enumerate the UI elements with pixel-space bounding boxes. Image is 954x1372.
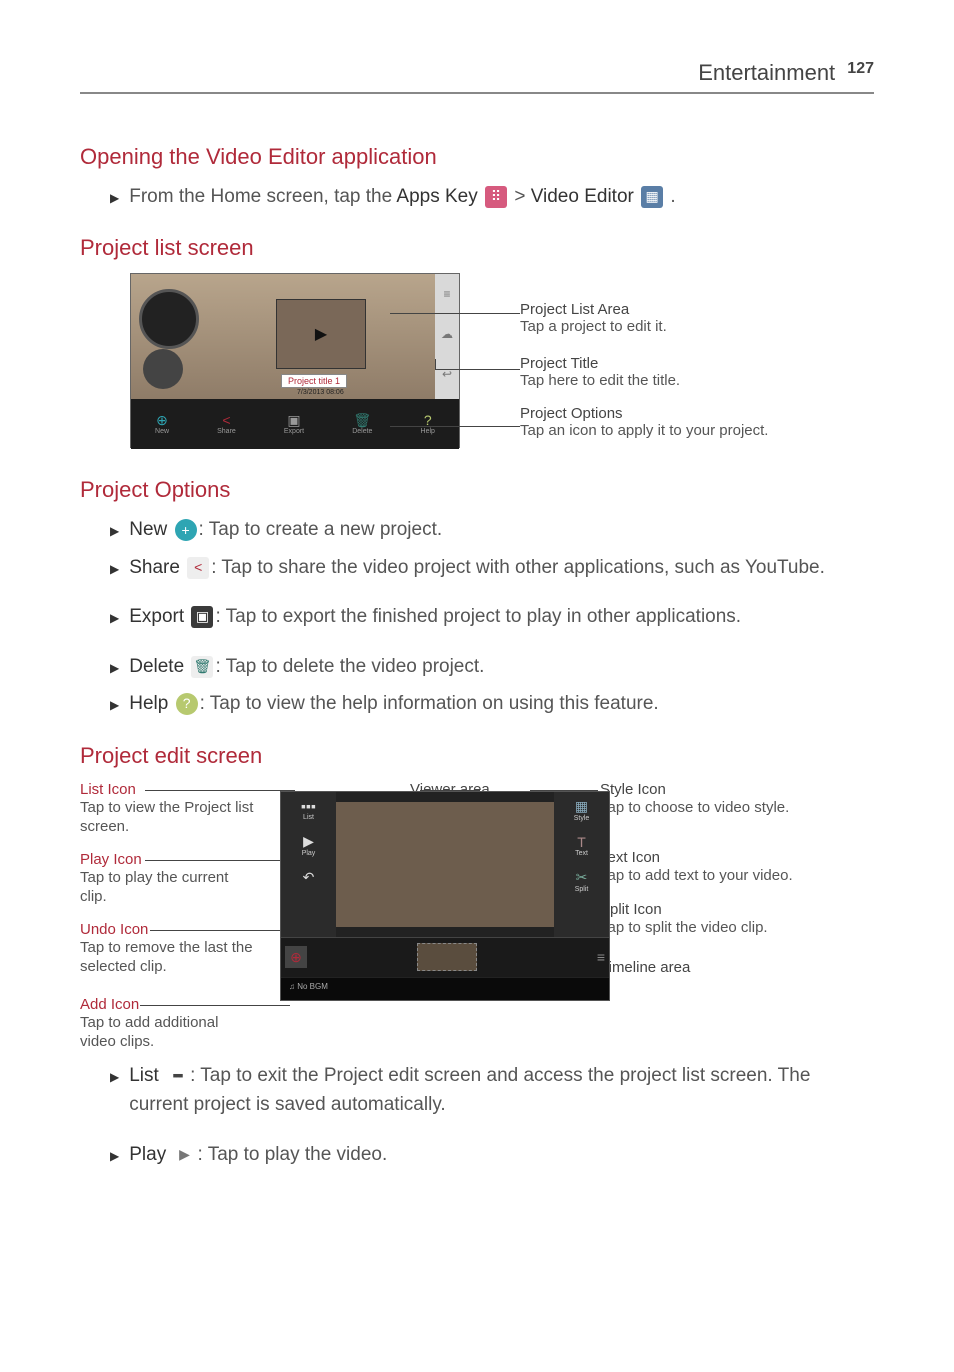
film-reel-icon <box>143 349 183 389</box>
project-options-bar: ⊕New <Share ▣Export 🗑Delete ?Help <box>131 399 459 449</box>
header-section: Entertainment <box>698 60 835 85</box>
project-edit-diagram: List IconTap to view the Project list sc… <box>80 781 874 1041</box>
project-list-mock: ▶ Project title 1 7/3/2013 08:06 ≡ ☁ ↩ ⊕… <box>130 273 460 448</box>
bullet-triangle-icon: ▶ <box>110 189 119 208</box>
apps-key-label: Apps Key <box>396 186 477 207</box>
share-icon: < <box>187 557 209 579</box>
audio-track: ♫ No BGM <box>281 978 609 1000</box>
apps-key-icon: ⠿ <box>485 186 507 208</box>
page-header: Entertainment 127 <box>80 60 874 94</box>
menu-icon: ≡ <box>435 274 459 314</box>
viewer-area <box>336 802 556 927</box>
timeline-menu-icon: ≡ <box>597 949 605 965</box>
list-description: ▶ List ▪▪▪: Tap to exit the Project edit… <box>110 1061 874 1120</box>
new-icon: + <box>175 519 197 541</box>
play-icon: ▶ <box>173 1143 195 1165</box>
intro-line: ▶ From the Home screen, tap the Apps Key… <box>110 182 874 211</box>
project-title-box: Project title 1 <box>281 374 347 388</box>
list-icon: ▪▪▪ <box>166 1065 188 1087</box>
play-button: ▶Play <box>281 827 336 863</box>
style-button: ▦Style <box>554 792 609 828</box>
page-number: 127 <box>847 60 874 77</box>
delete-icon: 🗑 <box>191 656 213 678</box>
text-button: TText <box>554 828 609 863</box>
video-editor-label: Video Editor <box>531 186 634 207</box>
timeline-clip <box>417 943 477 971</box>
heading-opening: Opening the Video Editor application <box>80 144 874 170</box>
export-icon: ▣ <box>191 606 213 628</box>
video-editor-icon: ▦ <box>641 186 663 208</box>
film-reel-icon <box>139 289 199 349</box>
play-description: ▶ Play ▶: Tap to play the video. <box>110 1140 874 1169</box>
back-icon: ↩ <box>435 354 459 394</box>
project-edit-mock: ▪▪▪List ▶Play ↶ ▦Style TText ✂Split ⊕ ≡ … <box>280 791 610 1001</box>
timeline-area: ⊕ ≡ <box>281 937 609 977</box>
add-clip-icon: ⊕ <box>285 946 307 968</box>
cloud-icon: ☁ <box>435 314 459 354</box>
undo-button: ↶ <box>281 863 336 892</box>
project-date: 7/3/2013 08:06 <box>297 389 344 396</box>
project-thumbnail: ▶ <box>276 299 366 369</box>
heading-project-edit: Project edit screen <box>80 743 874 769</box>
project-list-diagram: ▶ Project title 1 7/3/2013 08:06 ≡ ☁ ↩ ⊕… <box>130 273 874 453</box>
split-button: ✂Split <box>554 863 609 899</box>
heading-project-options: Project Options <box>80 477 874 503</box>
list-button: ▪▪▪List <box>281 792 336 827</box>
heading-project-list: Project list screen <box>80 235 874 261</box>
help-icon: ? <box>176 693 198 715</box>
